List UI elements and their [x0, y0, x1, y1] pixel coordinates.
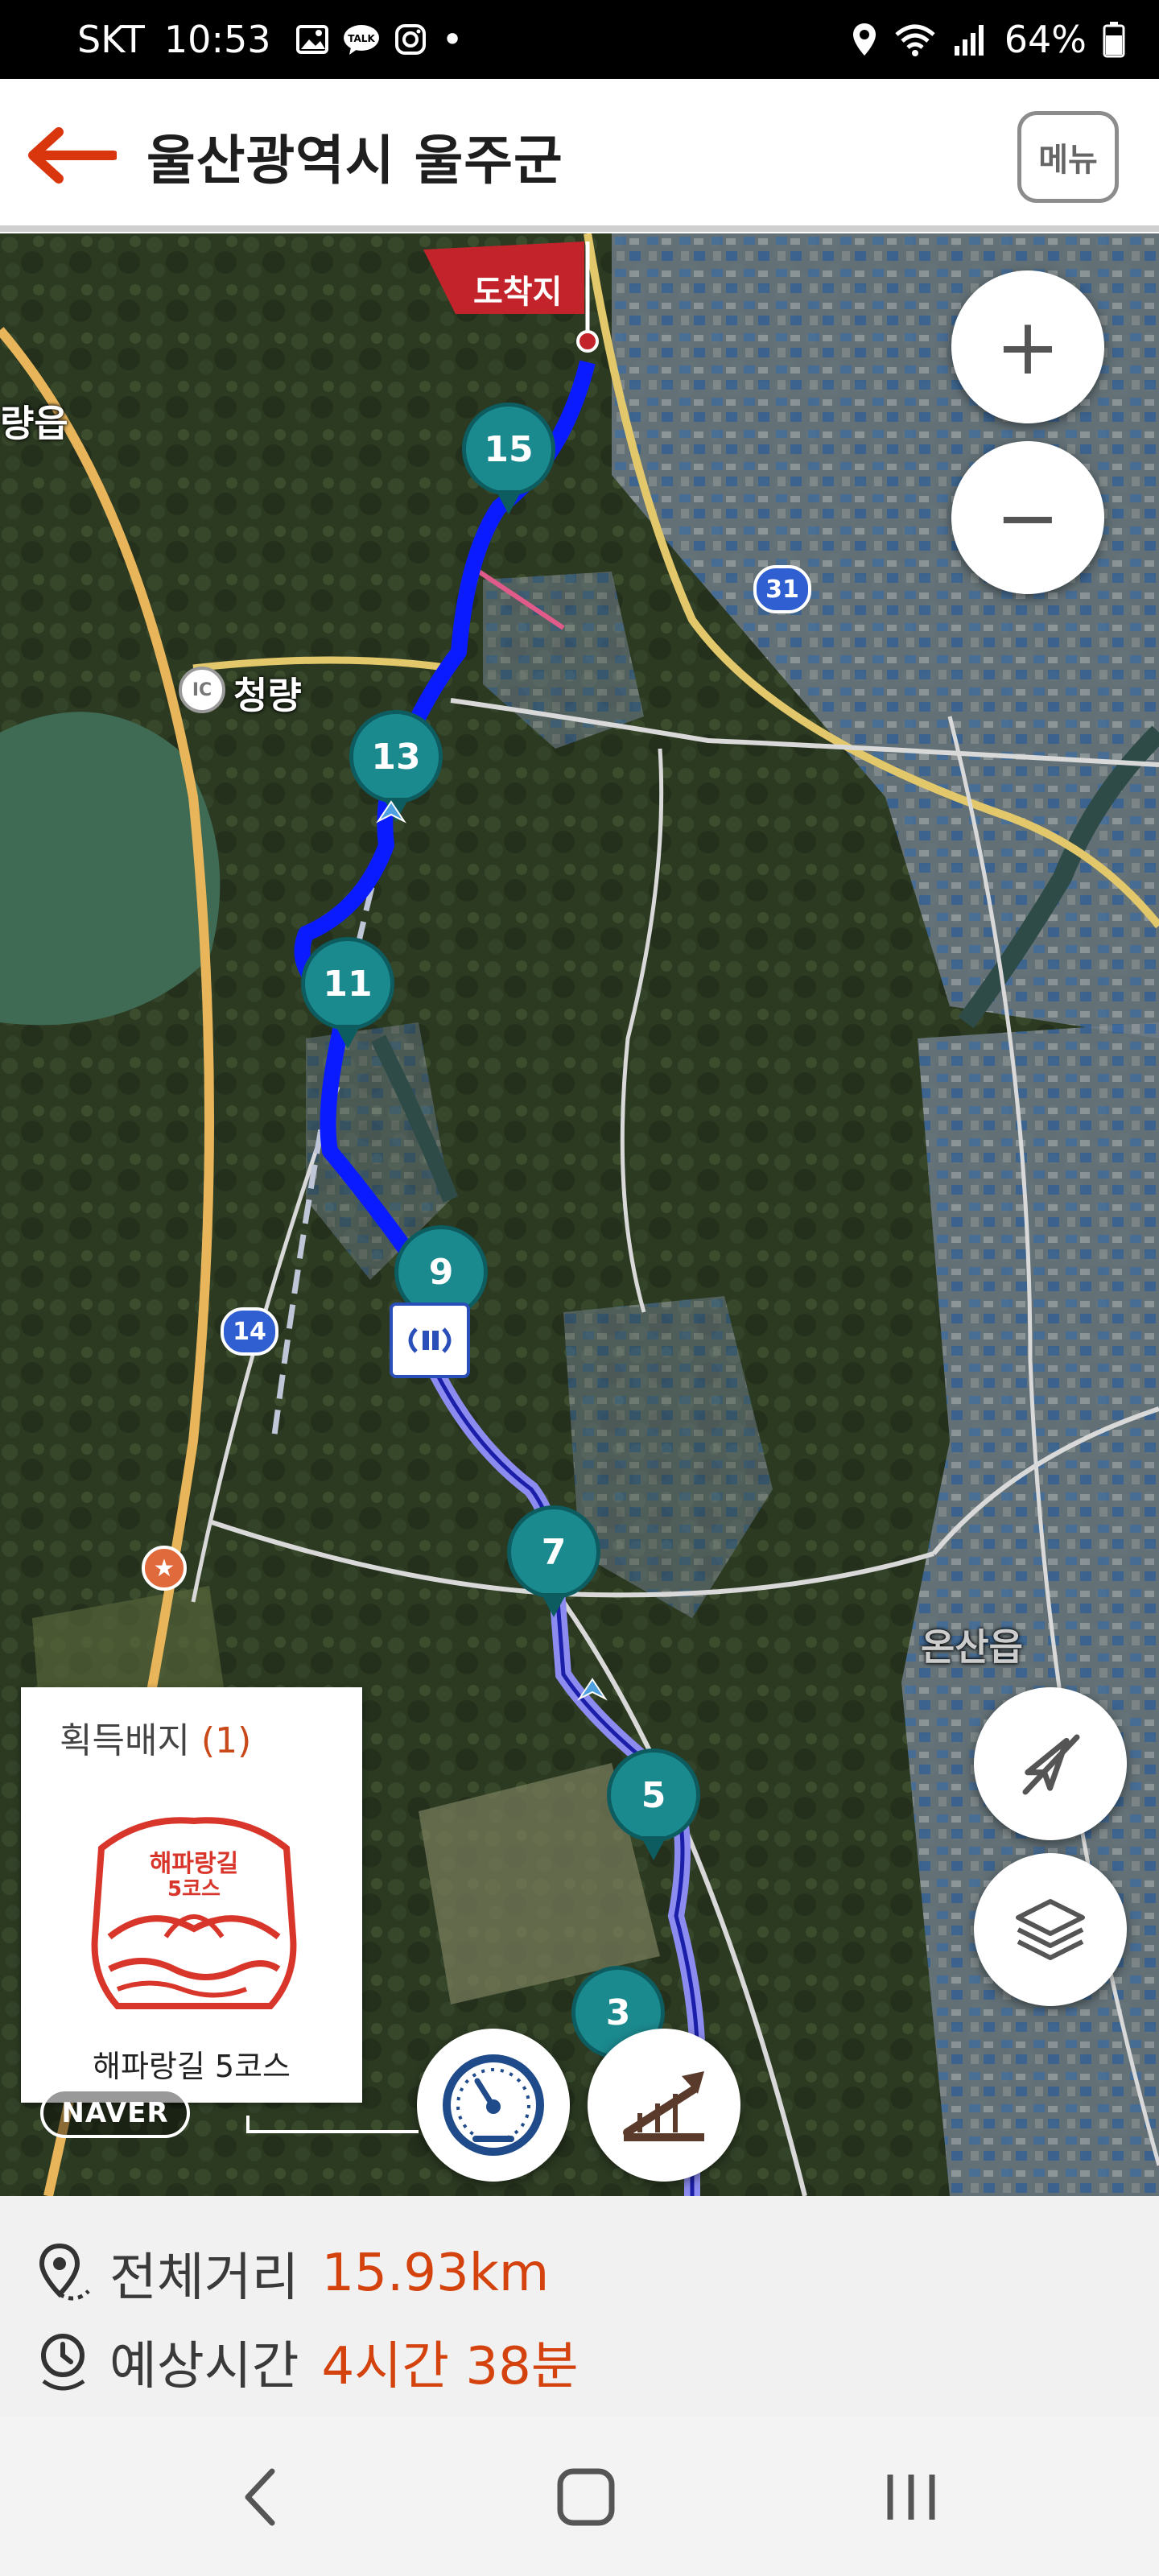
menu-button[interactable]: 메뉴 [1017, 111, 1119, 203]
distance-value: 15.93km [321, 2244, 550, 2303]
elevation-button[interactable] [588, 2029, 740, 2182]
app-header: 울산광역시 울주군 메뉴 [0, 79, 1159, 232]
time-pin-icon [41, 2334, 85, 2391]
route-shield-31: 31 [753, 565, 811, 613]
battery-icon [1103, 21, 1125, 58]
status-right: 64% [852, 0, 1125, 79]
speed-button[interactable] [417, 2029, 570, 2182]
destination-label: 도착지 [473, 274, 563, 311]
system-nav-bar [0, 2417, 1159, 2576]
elevation-icon [623, 2071, 704, 2141]
route-info-panel: 전체거리 15.93km 예상시간 4시간 38분 [0, 2196, 1159, 2417]
back-arrow-icon [28, 127, 117, 184]
more-notifications-dot: • [441, 18, 464, 61]
svg-text:TALK: TALK [349, 33, 376, 44]
ic-badge: IC [179, 667, 225, 713]
layers-button[interactable] [974, 1853, 1127, 2006]
route-marker-11[interactable]: 11 [301, 937, 394, 1049]
nav-home-button[interactable] [538, 2457, 634, 2537]
route-shield-14: 14 [221, 1307, 278, 1356]
home-square-icon [557, 2468, 615, 2526]
acquired-badge-card[interactable]: 획득배지 (1) 해파랑길 5코스 해파랑길 5코스 [21, 1687, 362, 2103]
badge-stamp-image: 해파랑길 5코스 [85, 1816, 303, 2024]
stamp-text-line2: 5코스 [167, 1877, 221, 1901]
scale-bar [246, 2116, 419, 2133]
clock: 10:53 [163, 18, 271, 61]
battery-percent: 64% [1004, 18, 1087, 61]
carrier-label: SKT [77, 18, 145, 61]
page-title: 울산광역시 울주군 [146, 130, 563, 192]
badge-count: (1) [200, 1720, 252, 1761]
layers-icon [1016, 1899, 1085, 1960]
plus-icon: + [995, 302, 1061, 392]
route-map[interactable]: 도착지 량읍 IC 청량 온산읍 31 14 ★ 15 13 11 9 7 5 … [0, 233, 1159, 2196]
naver-watermark: NAVER [40, 2088, 190, 2138]
route-marker-7[interactable]: 7 [507, 1505, 600, 1617]
location-icon [852, 22, 877, 57]
recents-icon [887, 2475, 935, 2520]
badge-name: 해파랑길 5코스 [92, 2049, 291, 2084]
direction-arrow-icon [576, 1674, 608, 1707]
time-label: 예상시간 [109, 2337, 299, 2396]
destination-flag[interactable]: 도착지 [423, 242, 608, 354]
time-value: 4시간 38분 [321, 2337, 579, 2396]
route-marker-13[interactable]: 13 [349, 710, 443, 822]
compass-toggle-button[interactable] [974, 1687, 1127, 1840]
badge-card-title: 획득배지 (1) [60, 1711, 251, 1763]
status-bar: SKT 10:53 TALK • 64% [0, 0, 1159, 79]
distance-pin-icon [39, 2243, 90, 2301]
direction-arrow-icon [375, 797, 407, 829]
talk-icon: TALK [343, 23, 380, 56]
back-button[interactable] [23, 123, 119, 188]
chevron-left-icon [245, 2468, 275, 2526]
poi-star-icon[interactable]: ★ [142, 1546, 187, 1591]
signal-icon [953, 22, 988, 57]
place-label-cheongryang: 청량 [233, 674, 302, 717]
route-marker-5[interactable]: 5 [607, 1748, 700, 1860]
minus-icon: − [995, 473, 1061, 563]
distance-label: 전체거리 [109, 2248, 299, 2308]
nav-back-button[interactable] [212, 2457, 309, 2537]
nav-recents-button[interactable] [863, 2457, 959, 2537]
waypoint-icon[interactable] [390, 1302, 470, 1378]
gallery-icon [296, 25, 329, 54]
route-marker-15[interactable]: 15 [462, 402, 555, 514]
instagram-icon [394, 23, 427, 56]
status-left: SKT 10:53 TALK • [77, 0, 464, 79]
wifi-icon [893, 22, 937, 57]
compass-off-icon [1022, 1734, 1080, 1795]
notification-icons: TALK • [296, 18, 464, 61]
place-label-onsan: 온산읍 [921, 1625, 1023, 1669]
zoom-in-button[interactable]: + [951, 270, 1104, 423]
badge-title-label: 획득배지 [60, 1720, 190, 1761]
place-label-left-edge: 량읍 [0, 402, 68, 445]
speedometer-icon [443, 2054, 544, 2156]
ic-badge-text: IC [192, 679, 212, 700]
zoom-out-button[interactable]: − [951, 441, 1104, 594]
distance-row: 전체거리 15.93km [35, 2236, 549, 2310]
time-row: 예상시간 4시간 38분 [35, 2325, 579, 2399]
